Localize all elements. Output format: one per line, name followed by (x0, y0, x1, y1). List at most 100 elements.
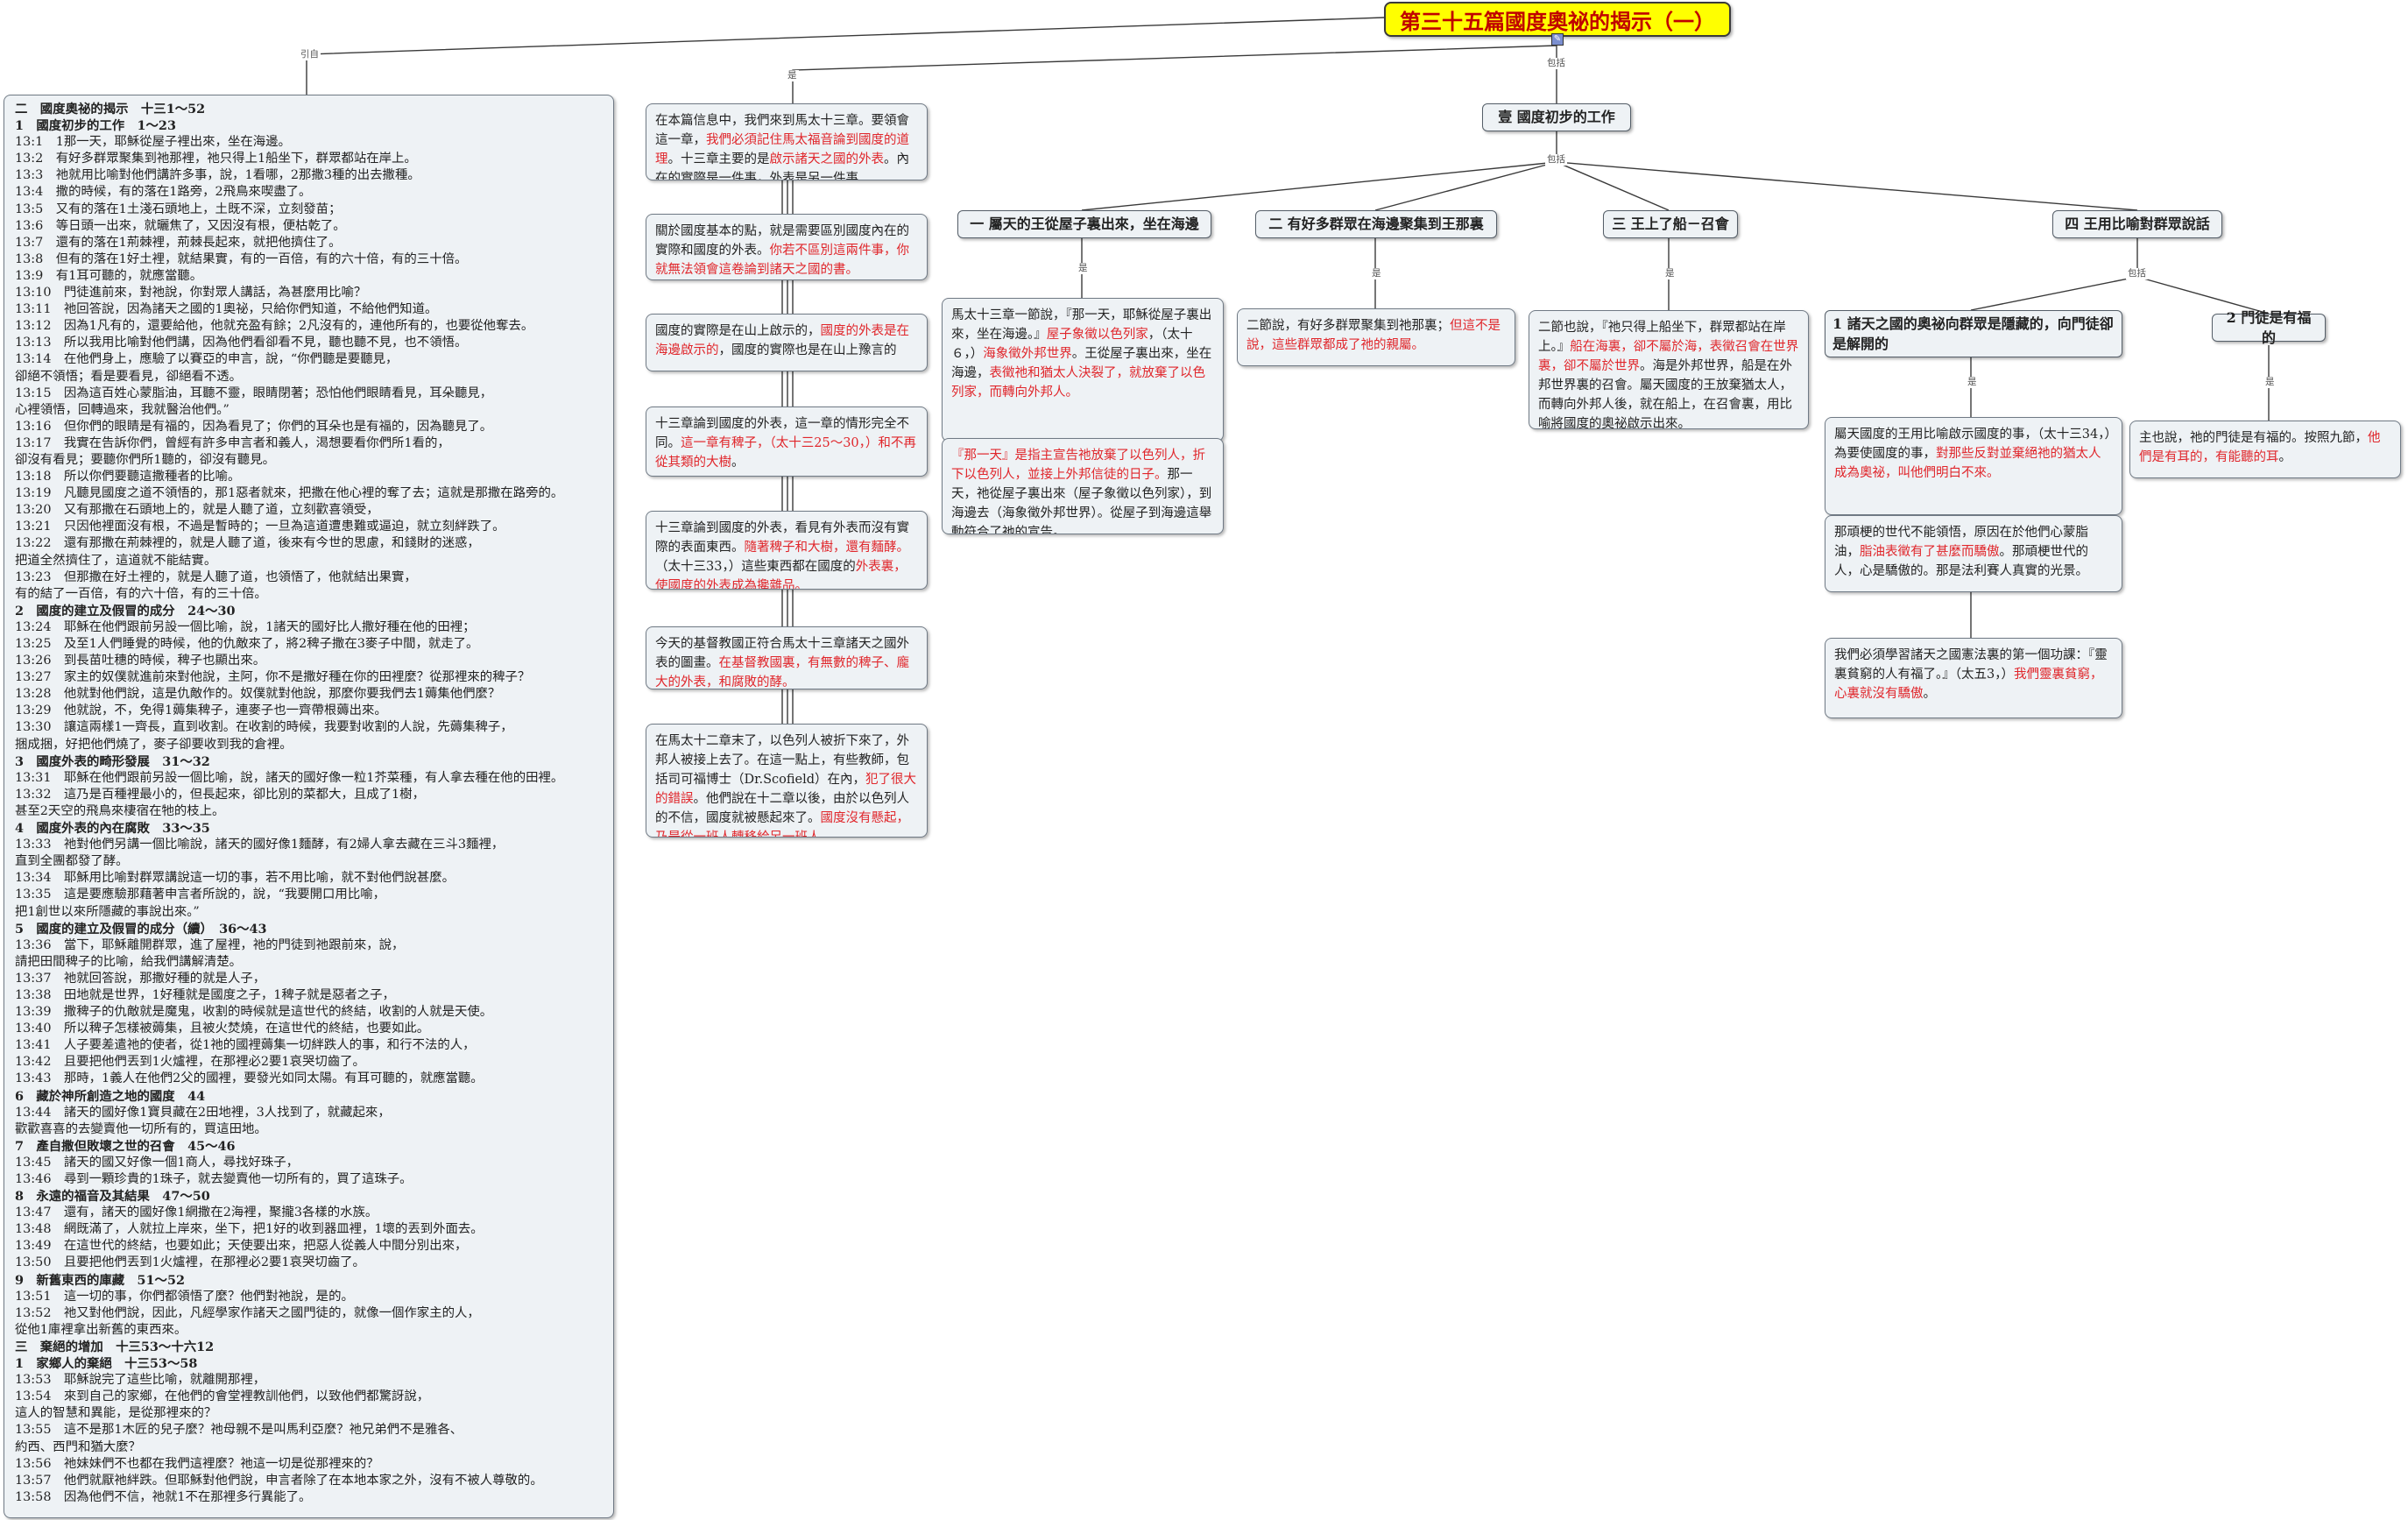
outline-verse: 13:35 這是要應驗那藉著申言者所說的，說，“我要開口用比喻， (15, 887, 385, 902)
outline-verse: 13:18 所以你們要聽這撒種者的比喻。 (15, 470, 241, 484)
outline-verse: 13:33 祂對他們另講一個比喻說，諸天的國好像1麵酵，有2婦人拿去藏在三斗3麵… (15, 838, 505, 852)
highlight-text: 屋子象徵以色列家 (1046, 328, 1148, 343)
outline-verse: 13:39 撒稗子的仇敵就是魔鬼，收割的時候就是這世代的終結，收割的人就是天使。 (15, 1005, 493, 1020)
outline-verse: 13:38 田地就是世界，1好種就是國度之子，1稗子就是惡者之子， (15, 987, 395, 1002)
outline-heading: 二 國度奧祕的揭示 十三1～52 (15, 102, 206, 117)
outline-verse: 13:52 祂又對他們說，因此，凡經學家作諸天之國門徒的，就像一個作家主的人， (15, 1305, 480, 1320)
central-topic[interactable]: 第三十五篇國度奧祕的揭示（一） (1384, 2, 1731, 37)
outline-heading: 4 國度外表的內在腐敗 33～35 (15, 821, 210, 837)
outline-verse: 捆成捆，好把他們燒了，麥子卻要收到我的倉裡。 (15, 737, 293, 752)
outline-verse: 13:48 網既滿了，人就拉上岸來，坐下，把1好的收到器皿裡，1壞的丟到外面去。 (15, 1222, 484, 1237)
outline-verse: 13:25 及至1人們睡覺的時候，他的仇敵來了，將2稗子撒在3麥子中間，就走了。 (15, 637, 479, 651)
note-topic[interactable]: 今天的基督教國正符合馬太十三章諸天之國外表的圖畫。在基督教國裏，有無數的稗子、龐… (646, 626, 928, 689)
note-topic[interactable]: 屬天國度的王用比喻啟示國度的事，（太十三34，）為要使國度的事，對那些反對並棄絕… (1825, 417, 2122, 515)
outline-verse: 13:45 諸天的國又好像一個1商人，尋找好珠子， (15, 1155, 300, 1170)
highlight-text: 海象徵外邦世界 (983, 347, 1072, 362)
outline-verse: 13:23 但那撒在好土裡的，就是人聽了道，也領悟了，他就結出果實， (15, 569, 417, 584)
outline-verse: 13:17 我實在告訴你們，曾經有許多申言者和義人，渴想要看你們所1看的， (15, 435, 450, 450)
note-topic[interactable]: 我們必須學習諸天之國憲法裏的第一個功課：『靈裏貧窮的人有福了。』（太五3，）我們… (1825, 638, 2122, 718)
outline-verse: 13:50 且要把他們丟到1火爐裡，在那裡必2要1哀哭切齒了。 (15, 1255, 365, 1270)
outline-verse: 13:10 門徒進前來，對祂說，你對眾人講話，為甚麼用比喻？ (15, 286, 367, 300)
outline-verse: 13:46 尋到一顆珍貴的1珠子，就去變賣他一切所有的，買了這珠子。 (15, 1172, 413, 1186)
branch-topic-3[interactable]: 三 王上了船－召會 (1603, 210, 1738, 238)
outline-heading: 6 藏於神所創造之地的國度 44 (15, 1088, 206, 1104)
highlight-text: 啟示諸天之國的外表 (769, 152, 885, 167)
note-topic[interactable]: 在馬太十二章末了，以色列人被折下來了，外邦人被接上去了。在這一點上，有些教師，包… (646, 724, 928, 838)
outline-verse: 13:2 有好多群眾聚集到祂那裡，祂只得上1船坐下，群眾都站在岸上。 (15, 152, 417, 166)
note-topic[interactable]: 主也說，祂的門徒是有福的。按照九節，他們是有耳的，有能聽的耳。 (2129, 421, 2401, 478)
outline-verse: 13:20 又有那撒在石頭地上的，就是人聽了道，立刻歡喜領受， (15, 503, 379, 518)
note-topic[interactable]: 十三章論到國度的外表，看見有外表而沒有實際的表面東西。隨著稗子和大樹，還有麵酵。… (646, 511, 928, 590)
outline-verse: 13:34 耶穌用比喻對群眾講說這一切的事，若不用比喻，就不對他們說甚麼。 (15, 871, 455, 886)
outline-verse: 13:27 家主的奴僕就進前來對他說，主阿，你不是撒好種在你的田裡麼？從那裡來的… (15, 670, 531, 685)
note-text: 。十三章主要的是 (667, 152, 770, 167)
outline-verse: 甚至2天空的飛鳥來棲宿在牠的枝上。 (15, 803, 225, 818)
edge-label-is: 是 (786, 70, 799, 81)
note-topic[interactable]: 國度的實際是在山上啟示的，國度的外表是在海邊啟示的，國度的實際也是在山上豫言的 (646, 314, 928, 371)
edge-label-includes: 包括 (1545, 154, 1567, 166)
note-text: 主也說，祂的門徒是有福的。按照九節， (2139, 431, 2368, 445)
outline-heading: 3 國度外表的畸形發展 31～32 (15, 753, 210, 769)
outline-verse: 13:44 諸天的國好像1寶貝藏在2田地裡，3人找到了，就藏起來， (15, 1105, 391, 1120)
outline-verse: 13:12 因為1凡有的，還要給他，他就充盈有餘；2凡沒有的，連他所有的，也要從… (15, 319, 534, 334)
highlight-text: 隨著稗子和大樹，還有麵酵。 (744, 541, 910, 555)
outline-verse: 13:22 還有那撒在荊棘裡的，就是人聽了道，後來有今世的思慮，和錢財的迷惑， (15, 536, 480, 551)
outline-verse: 13:53 耶穌說完了這些比喻，就離開那裡， (15, 1373, 266, 1388)
note-topic[interactable]: 在本篇信息中，我們來到馬太十三章。要領會這一章，我們必須記住馬太福音論到國度的道… (646, 103, 928, 180)
edge-label-is: 是 (2263, 377, 2277, 388)
note-topic[interactable]: 馬太十三章一節說，『那一天，耶穌從屋子裏出來，坐在海邊。』屋子象徵以色列家，（太… (942, 298, 1224, 442)
outline-verse: 13:41 人子要差遣祂的使者，從1祂的國裡薅集一切絆跌人的事，和行不法的人， (15, 1038, 476, 1053)
outline-verse: 13:54 來到自己的家鄉，在他們的會堂裡教訓他們，以致他們都驚訝說， (15, 1389, 430, 1404)
highlight-text: 這一章有稗子，（太十三25～30，）和不再從其類的大樹 (655, 436, 916, 470)
outline-heading: 1 國度初步的工作 1～23 (15, 118, 176, 134)
note-text: 。 (1923, 687, 1937, 702)
note-topic[interactable]: 『那一天』是指主宣告祂放棄了以色列人，折下以色列人，並接上外邦信徒的日子。那一天… (942, 438, 1224, 534)
sub-topic-2[interactable]: 2 門徒是有福的 (2212, 309, 2326, 346)
note-topic[interactable]: 二節也說，『祂只得上船坐下，群眾都站在岸上。』船在海裏，卻不屬於海，表徵召會在世… (1529, 310, 1809, 429)
note-topic[interactable]: 那頑梗的世代不能領悟，原因在於他們心蒙脂油，脂油表徵有了甚麼而驕傲。那頑梗世代的… (1825, 515, 2122, 592)
outline-verse: 卻絕不領悟；看是要看見，卻絕看不透。 (15, 369, 243, 384)
highlight-text: 表徵祂和猶太人決裂了，就放棄了以色列家，而轉向外邦人。 (951, 366, 1205, 400)
note-topic[interactable]: 二節說，有好多群眾聚集到祂那裏；但這不是說，這些群眾都成了祂的親屬。 (1237, 308, 1515, 366)
edge-label-includes: 包括 (2126, 268, 2148, 279)
outline-verse: 13:13 所以我用比喻對他們講，因為他們看卻看不見，聽也聽不見，也不領悟。 (15, 336, 468, 350)
outline-verse: 有的結了一百倍，有的六十倍，有的三十倍。 (15, 586, 267, 601)
scripture-outline[interactable]: 二 國度奧祕的揭示 十三1～52 1 國度初步的工作 1～23 13:1 1那一天，… (4, 95, 614, 1518)
outline-heading: 5 國度的建立及假冒的成分（續） 36～43 (15, 921, 267, 937)
outline-verse: 13:1 1那一天，耶穌從屋子裡出來，坐在海邊。 (15, 135, 291, 150)
outline-verse: 13:19 凡聽見國度之道不領悟的，那1惡者就來，把撒在他心裡的奪了去；這就是那… (15, 486, 564, 501)
outline-verse: 13:40 所以稗子怎樣被薅集，且被火焚燒，在這世代的終結，也要如此。 (15, 1022, 430, 1036)
outline-verse: 13:4 撒的時候，有的落在1路旁，2飛鳥來喫盡了。 (15, 185, 312, 200)
outline-verse: 13:49 在這世代的終結，也要如此；天使要出來，把惡人從義人中間分別出來， (15, 1239, 468, 1254)
outline-verse: 13:28 他就對他們說，這是仇敵作的。奴僕就對他說，那麼你要我們去1薅集他們麼… (15, 687, 501, 702)
edge-label-is: 是 (1370, 268, 1383, 279)
outline-verse: 從他1庫裡拿出新舊的東西來。 (15, 1322, 187, 1337)
outline-verse: 13:47 還有，諸天的國好像1網撒在2海裡，聚攏3各樣的水族。 (15, 1205, 378, 1220)
note-topic[interactable]: 十三章論到國度的外表，這一章的情形完全不同。這一章有稗子，（太十三25～30，）… (646, 407, 928, 477)
branch-topic-4[interactable]: 四 王用比喻對群眾說話 (2052, 210, 2222, 238)
outline-verse: 直到全團都發了酵。 (15, 854, 129, 869)
note-topic[interactable]: 關於國度基本的點，就是需要區別國度內在的實際和國度的外表。你若不區別這兩件事，你… (646, 214, 928, 280)
outline-verse: 13:16 但你們的眼睛是有福的，因為看見了；你們的耳朵也是有福的，因為聽見了。 (15, 419, 493, 434)
note-text: 二節說，有好多群眾聚集到祂那裏； (1246, 319, 1450, 333)
main-topic[interactable]: 壹 國度初步的工作 (1482, 103, 1631, 131)
edge-label-is: 是 (1077, 263, 1090, 274)
outline-verse: 13:42 且要把他們丟到1火爐裡，在那裡必2要1哀哭切齒了。 (15, 1055, 365, 1070)
outline-verse: 把道全然擠住了，這道就不能結實。 (15, 553, 217, 568)
branch-topic-2[interactable]: 二 有好多群眾在海邊聚集到王那裏 (1255, 210, 1497, 238)
branch-topic-1[interactable]: 一 屬天的王從屋子裏出來，坐在海邊 (957, 210, 1211, 238)
sub-topic-1[interactable]: 1 諸天之國的奧祕向群眾是隱藏的，向門徒卻是解開的 (1825, 310, 2122, 357)
note-icon[interactable]: ✎ (1551, 33, 1564, 46)
outline-verse: 13:57 他們就厭祂絆跌。但耶穌對他們說，申言者除了在本地本家之外，沒有不被人… (15, 1473, 543, 1488)
outline-verse: 13:26 到長苗吐穗的時候，稗子也顯出來。 (15, 654, 266, 668)
outline-heading: 9 新舊東西的庫藏 51～52 (15, 1272, 185, 1288)
outline-verse: 13:3 祂就用比喻對他們講許多事，說，1看哪，2那撒3種的出去撒種。 (15, 168, 420, 183)
outline-verse: 卻沒有看見；要聽你們所1聽的，卻沒有聽見。 (15, 452, 275, 467)
outline-verse: 13:11 祂回答說，因為諸天之國的1奧祕，只給你們知道，不給他們知道。 (15, 302, 438, 317)
outline-verse: 13:14 在他們身上，應驗了以賽亞的申言，說，“你們聽是要聽見， (15, 352, 399, 367)
outline-verse: 13:9 有1耳可聽的，就應當聽。 (15, 268, 203, 283)
outline-verse: 13:29 他就說，不，免得1薅集稗子，連麥子也一齊帶根薅出來。 (15, 703, 387, 718)
note-text: 。 (2278, 450, 2292, 465)
outline-verse: 心裡領悟，回轉過來，我就醫治他們。” (15, 402, 230, 417)
note-text: 。 (731, 456, 745, 470)
